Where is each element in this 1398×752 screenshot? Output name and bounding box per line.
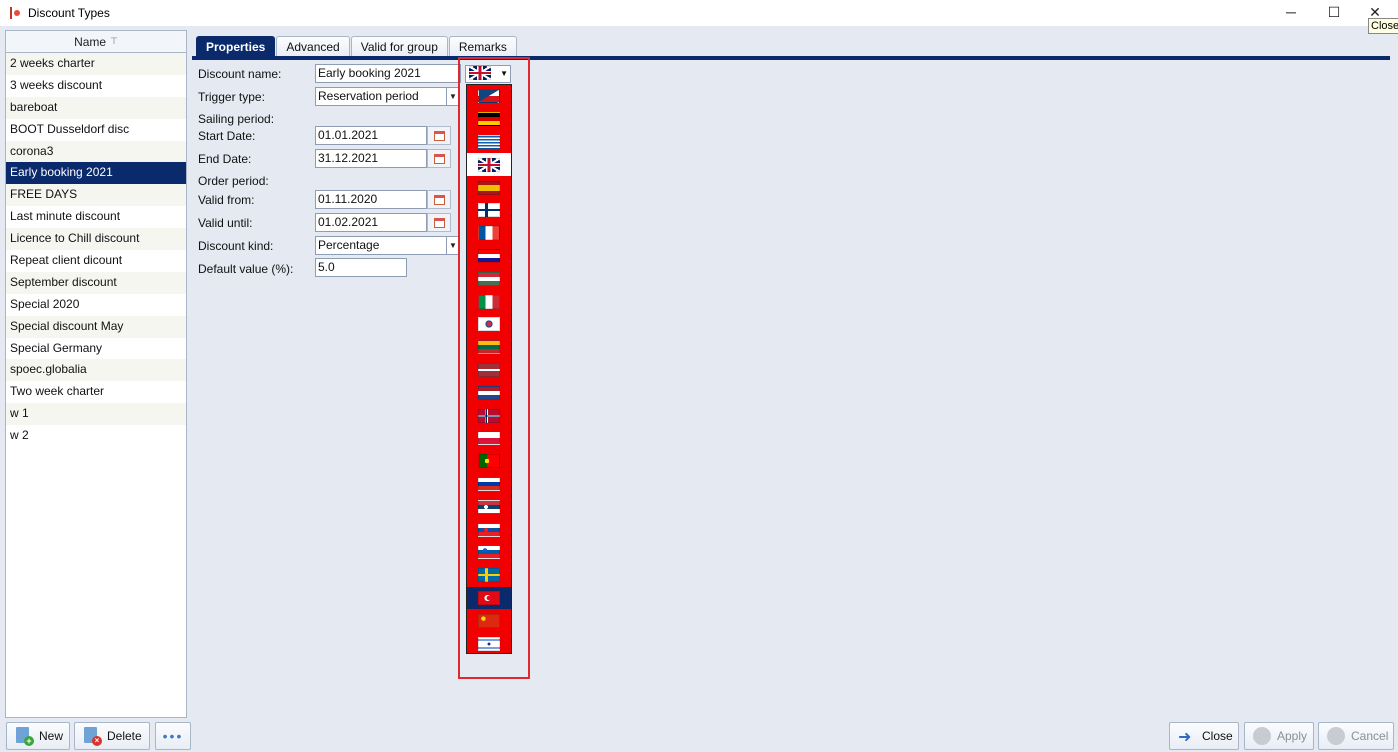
list-item[interactable]: Special 2020 — [6, 293, 186, 316]
list-item[interactable]: corona3 — [6, 140, 186, 163]
valid-until-label: Valid until: — [198, 216, 253, 230]
valid-from-input[interactable]: 01.11.2020 — [315, 190, 427, 209]
default-value-input[interactable]: 5.0 — [315, 258, 407, 277]
close-button-label: Close — [1202, 729, 1233, 743]
valid-until-input[interactable]: 01.02.2021 — [315, 213, 427, 232]
window-title: Discount Types — [28, 6, 110, 20]
tab-bar: Properties Advanced Valid for group Rema… — [196, 36, 518, 58]
list-item[interactable]: Two week charter — [6, 381, 186, 404]
sailing-period-label: Sailing period: — [198, 112, 275, 126]
discount-types-list[interactable]: Name ⊤ 2 weeks charter 3 weeks discount ba… — [5, 30, 187, 718]
discount-name-input[interactable]: Early booking 2021 — [315, 64, 461, 83]
list-item[interactable]: Early booking 2021 — [6, 162, 186, 185]
default-value-label: Default value (%): — [198, 262, 294, 276]
title-bar: Discount Types ─ ☐ ✕ — [0, 0, 1398, 26]
column-header-label: Name — [74, 34, 107, 49]
new-button-label: New — [39, 729, 64, 743]
delete-document-icon: × — [83, 727, 102, 746]
cancel-button-label: Cancel — [1351, 729, 1389, 743]
close-button[interactable]: ➜ Close — [1169, 722, 1239, 750]
list-item[interactable]: 2 weeks charter — [6, 53, 186, 75]
order-period-label: Order period: — [198, 174, 269, 188]
tab-advanced[interactable]: Advanced — [276, 36, 350, 57]
list-item[interactable]: bareboat — [6, 96, 186, 119]
list-item[interactable]: Licence to Chill discount — [6, 228, 186, 251]
highlight-annotation-box — [458, 57, 530, 679]
minimize-button[interactable]: ─ — [1268, 0, 1314, 24]
valid-from-label: Valid from: — [198, 193, 255, 207]
calendar-icon — [433, 130, 445, 141]
new-button[interactable]: + New — [6, 722, 70, 750]
chevron-down-icon: ▼ — [449, 92, 457, 101]
discount-kind-select[interactable]: Percentage — [315, 236, 447, 255]
list-item[interactable]: Repeat client dicount — [6, 250, 186, 272]
list-item[interactable]: w 2 — [6, 425, 186, 448]
start-date-calendar-button[interactable] — [427, 126, 451, 145]
chevron-down-icon: ▼ — [449, 241, 457, 250]
calendar-icon — [433, 217, 445, 228]
maximize-button[interactable]: ☐ — [1311, 0, 1357, 24]
tab-underline — [192, 56, 1390, 60]
list-item[interactable]: September discount — [6, 271, 186, 294]
list-item[interactable]: spoec.globalia — [6, 359, 186, 382]
start-date-input[interactable]: 01.01.2021 — [315, 126, 427, 145]
more-icon: ••• — [162, 728, 184, 744]
discount-kind-label: Discount kind: — [198, 239, 274, 253]
delete-button-label: Delete — [107, 729, 142, 743]
valid-until-calendar-button[interactable] — [427, 213, 451, 232]
trigger-type-label: Trigger type: — [198, 90, 265, 104]
start-date-label: Start Date: — [198, 129, 256, 143]
apply-button-label: Apply — [1277, 729, 1308, 743]
new-document-icon: + — [15, 727, 34, 746]
discount-name-label: Discount name: — [198, 67, 282, 81]
calendar-icon — [433, 153, 445, 164]
end-date-label: End Date: — [198, 152, 252, 166]
list-item[interactable]: w 1 — [6, 403, 186, 426]
delete-button[interactable]: × Delete — [74, 722, 150, 750]
calendar-icon — [433, 194, 445, 205]
cancel-button[interactable]: Cancel — [1318, 722, 1394, 750]
tab-valid-for-group[interactable]: Valid for group — [350, 36, 448, 57]
close-tooltip: Close — [1368, 18, 1398, 34]
apply-icon — [1253, 727, 1271, 745]
list-item[interactable]: Last minute discount — [6, 206, 186, 229]
sort-icon: ⊤ — [110, 36, 118, 46]
list-item[interactable]: Special discount May — [6, 315, 186, 338]
trigger-type-select[interactable]: Reservation period — [315, 87, 447, 106]
apply-button[interactable]: Apply — [1244, 722, 1314, 750]
list-item[interactable]: 3 weeks discount — [6, 74, 186, 97]
list-item[interactable]: BOOT Dusseldorf disc — [6, 118, 186, 141]
valid-from-calendar-button[interactable] — [427, 190, 451, 209]
list-item[interactable]: FREE DAYS — [6, 184, 186, 207]
arrow-right-icon: ➜ — [1178, 729, 1192, 746]
tab-remarks[interactable]: Remarks — [448, 36, 517, 57]
list-items-container: 2 weeks charter 3 weeks discount bareboat B… — [6, 53, 186, 448]
app-logo-icon — [8, 6, 22, 20]
tab-properties[interactable]: Properties — [196, 36, 276, 57]
cancel-icon — [1327, 727, 1345, 745]
end-date-input[interactable]: 31.12.2021 — [315, 149, 427, 168]
end-date-calendar-button[interactable] — [427, 149, 451, 168]
more-options-button[interactable]: ••• — [155, 722, 191, 750]
list-item[interactable]: Special Germany — [6, 337, 186, 360]
name-column-header[interactable]: Name ⊤ — [6, 31, 186, 53]
